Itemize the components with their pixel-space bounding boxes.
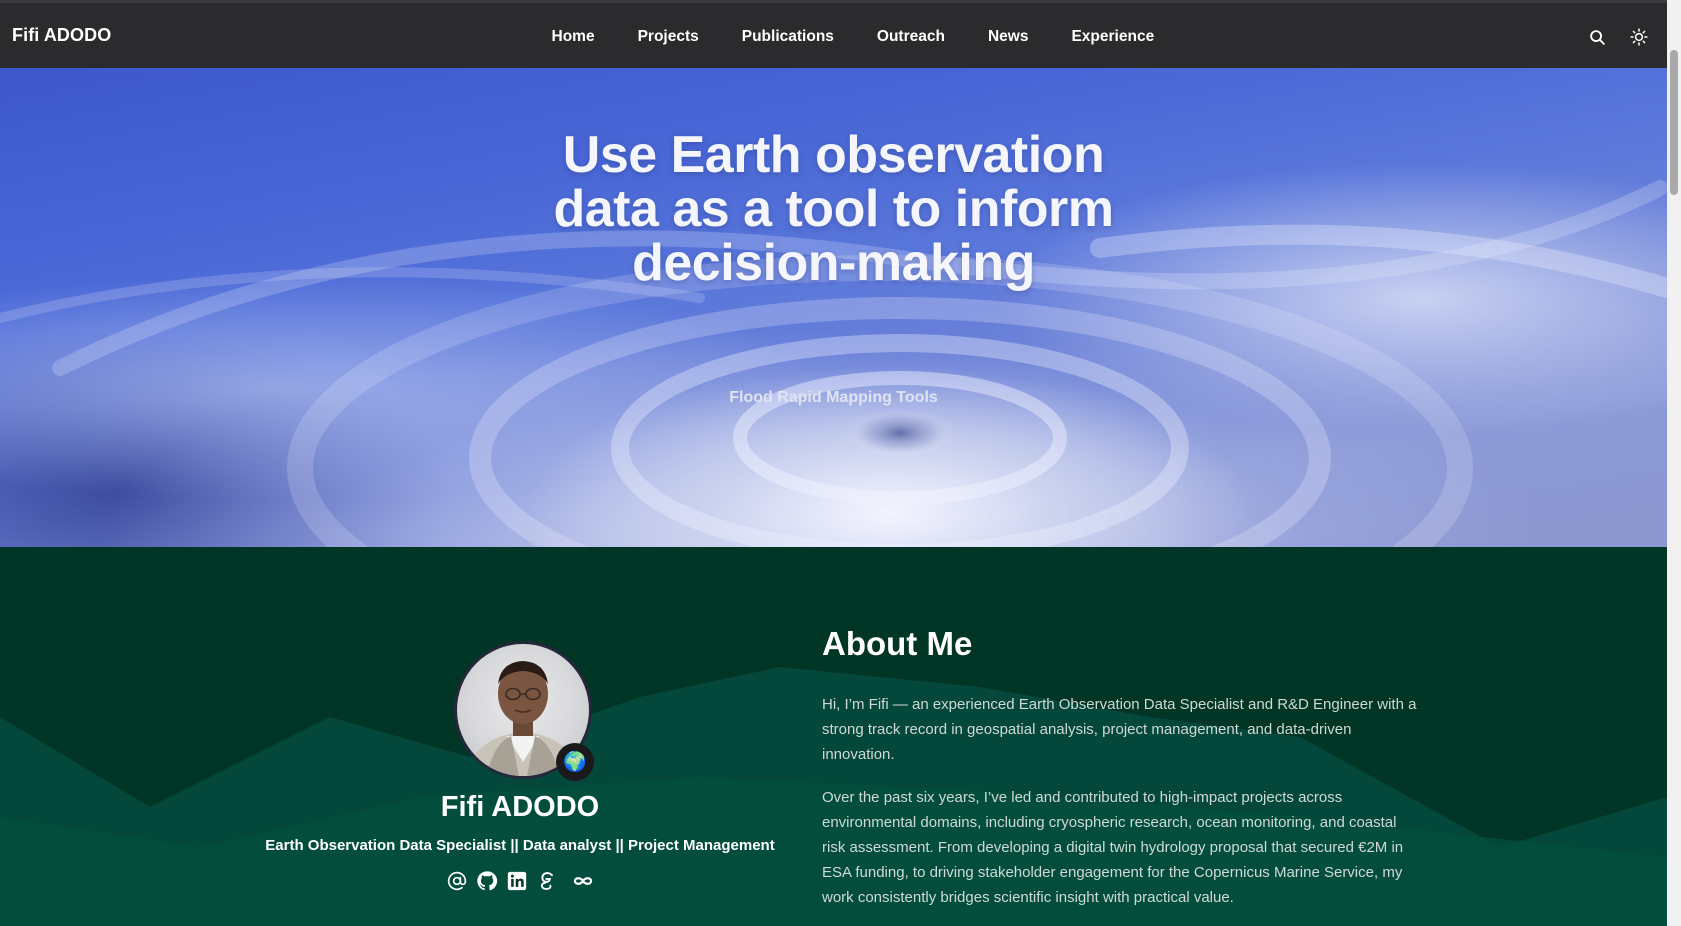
page: Fifi ADODO Home Projects Publications Ou…	[0, 0, 1681, 926]
social-links	[240, 870, 800, 892]
hero-title-line-3: decision-making	[632, 234, 1035, 292]
at-icon[interactable]	[446, 870, 468, 892]
nav-item-publications[interactable]: Publications	[720, 28, 855, 46]
nav-item-home[interactable]: Home	[530, 28, 616, 46]
search-icon[interactable]	[1587, 27, 1607, 47]
sun-icon[interactable]	[1629, 27, 1649, 47]
globe-badge-icon: 🌍	[556, 743, 594, 781]
profile-card: 🌍 Fifi ADODO Earth Observation Data Spec…	[240, 547, 800, 926]
about-paragraph-2: Over the past six years, I’ve led and co…	[822, 789, 1404, 906]
scrollbar-thumb[interactable]	[1670, 50, 1678, 195]
about-section: 🌍 Fifi ADODO Earth Observation Data Spec…	[0, 547, 1667, 926]
about-title: About Me	[822, 625, 973, 662]
hero-banner: Use Earth observation data as a tool to …	[0, 68, 1667, 547]
github-icon[interactable]	[476, 870, 498, 892]
site-brand-link[interactable]: Fifi ADODO	[12, 25, 111, 46]
hero-title: Use Earth observation data as a tool to …	[0, 128, 1667, 290]
hero-title-line-1: Use Earth observation	[562, 126, 1105, 184]
infinity-icon[interactable]	[572, 870, 594, 892]
nav-item-outreach[interactable]: Outreach	[855, 28, 966, 46]
nav-tools	[1587, 3, 1649, 71]
profile-role: Earth Observation Data Specialist || Dat…	[265, 837, 775, 854]
nav-item-experience[interactable]: Experience	[1050, 28, 1176, 46]
about-paragraph-1: Hi, I’m Fifi — an experienced Earth Obse…	[822, 696, 1417, 763]
nav-item-projects[interactable]: Projects	[616, 28, 720, 46]
top-navbar: Fifi ADODO Home Projects Publications Ou…	[0, 0, 1667, 68]
hero-title-line-2: data as a tool to inform	[553, 180, 1114, 238]
nav-links: Home Projects Publications Outreach News…	[530, 3, 1176, 71]
linkedin-icon[interactable]	[506, 870, 528, 892]
nav-item-news[interactable]: News	[966, 28, 1050, 46]
profile-name: Fifi ADODO	[440, 791, 600, 823]
avatar-wrapper: 🌍	[454, 641, 594, 781]
google-scholar-icon[interactable]	[536, 870, 558, 892]
hero-subtitle: Flood Rapid Mapping Tools	[729, 389, 938, 406]
page-scrollbar[interactable]	[1667, 0, 1681, 926]
